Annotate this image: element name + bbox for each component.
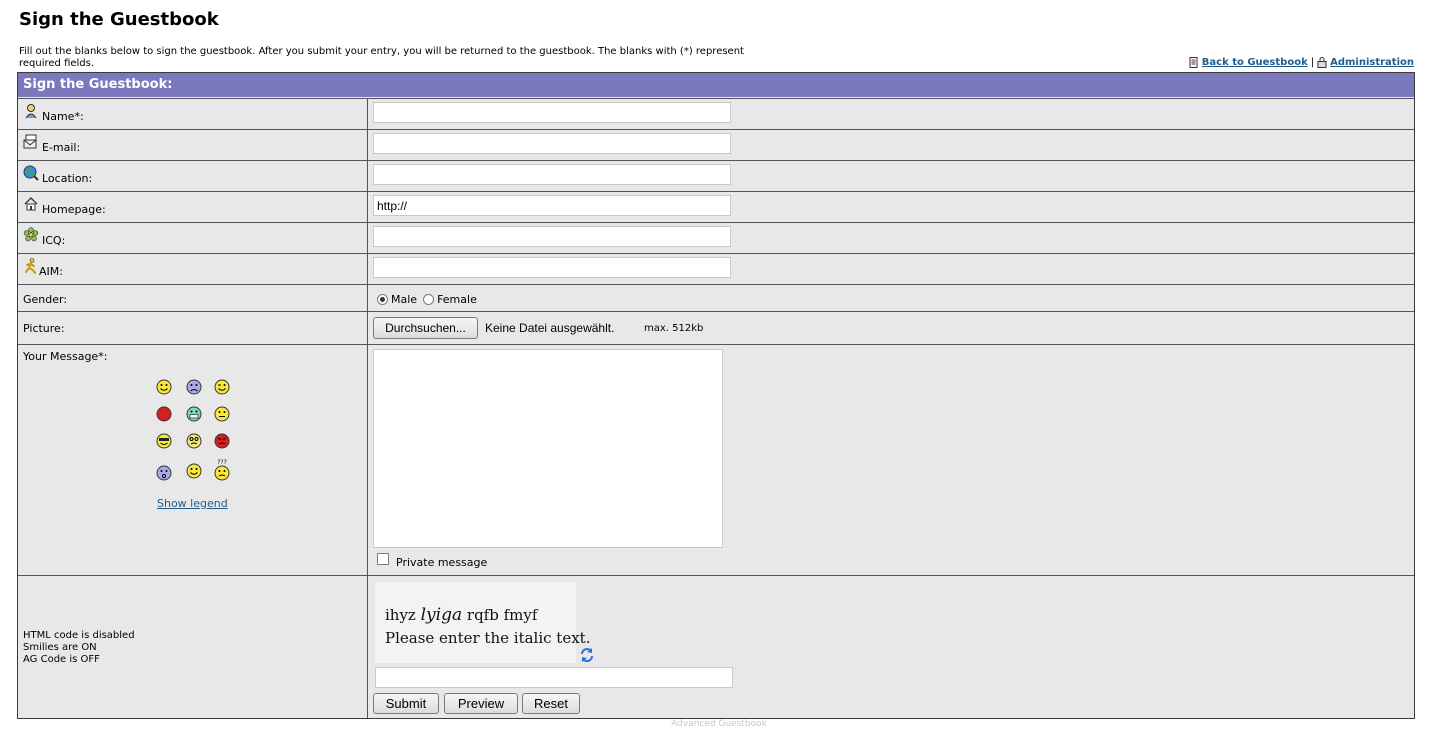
form-header: Sign the Guestbook: [18,73,1414,97]
message-textarea[interactable] [373,349,723,548]
grin-icon[interactable] [186,406,202,422]
row-picture: Picture: Durchsuchen... Keine Datei ausg… [18,311,1414,344]
row-name: Name*: [18,98,1414,129]
icq-flower-icon [23,227,39,242]
aim-label: AIM: [39,265,63,278]
gender-female-label: Female [437,293,477,306]
administration-link[interactable]: Administration [1330,57,1414,68]
cool-icon[interactable] [156,433,172,449]
private-message-checkbox[interactable] [377,553,389,565]
row-submit: HTML code is disabled Smilies are ON AG … [18,575,1414,718]
row-message: Your Message*: ??? Show legend Private m… [18,344,1414,575]
aim-running-man-icon [25,258,36,274]
homepage-label: Homepage: [42,203,106,216]
preview-button[interactable]: Preview [444,693,518,714]
row-aim: AIM: [18,253,1414,284]
document-icon [1189,57,1198,68]
captcha-image: ihyz lyiga rqfb fmyf Please enter the it… [375,582,590,663]
gender-radio-group: Male Female [377,293,477,306]
gender-female-radio[interactable] [423,294,435,305]
smilies-status: Smilies are ON [23,642,97,653]
captcha-words: ihyz lyiga rqfb fmyf [385,605,537,625]
row-icq: ICQ: [18,222,1414,253]
row-homepage: Homepage: [18,191,1414,222]
confused-icon[interactable] [186,433,202,449]
icq-label: ICQ: [42,234,66,247]
neutral-icon[interactable] [214,406,230,422]
footer-credit: Advanced Guestbook [671,719,767,729]
row-location: Location: [18,160,1414,191]
svg-text:???: ??? [217,459,227,466]
smile-icon[interactable] [156,379,172,395]
location-label: Location: [42,172,93,185]
top-links: Back to Guestbook | Administration [1189,57,1414,68]
message-label: Your Message*: [23,350,108,363]
question-icon[interactable]: ??? [214,459,230,481]
email-label: E-mail: [42,141,81,154]
angry-icon[interactable] [156,406,172,422]
globe-icon [23,165,39,181]
submit-button[interactable]: Submit [373,693,439,714]
lock-icon [1317,57,1327,68]
wink-icon[interactable] [214,379,230,395]
refresh-icon[interactable] [580,646,594,664]
private-message-label: Private message [396,556,488,569]
guestbook-form: Sign the Guestbook: Name*: E-mail: Locat… [17,72,1415,719]
row-gender: Gender: Male Female [18,284,1414,311]
captcha-prompt: Please enter the italic text. [385,629,591,647]
row-email: E-mail: [18,129,1414,160]
sad-icon[interactable] [186,379,202,395]
ag-status: AG Code is OFF [23,654,100,665]
captcha-word-3: rqfb [466,606,499,624]
browse-button[interactable]: Durchsuchen... [373,317,478,339]
homepage-input[interactable] [373,195,731,216]
reset-button[interactable]: Reset [522,693,580,714]
user-icon [25,104,37,119]
email-input[interactable] [373,133,731,154]
captcha-input[interactable] [375,667,733,688]
name-label: Name*: [42,110,84,123]
link-separator: | [1310,57,1315,68]
html-status: HTML code is disabled [23,630,135,641]
picture-label: Picture: [23,322,65,335]
intro-text: Fill out the blanks below to sign the gu… [19,46,744,69]
home-icon [24,197,38,211]
icq-input[interactable] [373,226,731,247]
happy-icon[interactable] [186,463,202,479]
mad-icon[interactable] [214,433,230,449]
max-size-text: max. 512kb [644,323,704,334]
aim-input[interactable] [373,257,731,278]
name-input[interactable] [373,102,731,123]
show-legend-link[interactable]: Show legend [157,497,228,510]
gender-male-label: Male [391,293,418,306]
captcha-word-italic: lyiga [420,605,463,625]
back-to-guestbook-link[interactable]: Back to Guestbook [1202,57,1308,68]
page-title: Sign the Guestbook [19,9,219,30]
captcha-word-1: ihyz [385,606,416,624]
gender-male-radio[interactable] [377,294,388,305]
code-status: HTML code is disabled Smilies are ON AG … [23,630,135,666]
gender-label: Gender: [23,293,68,306]
captcha-word-4: fmyf [503,606,538,624]
location-input[interactable] [373,164,731,185]
no-file-text: Keine Datei ausgewählt. [485,321,615,335]
surprised-icon[interactable] [156,465,172,481]
email-icon [23,134,37,149]
